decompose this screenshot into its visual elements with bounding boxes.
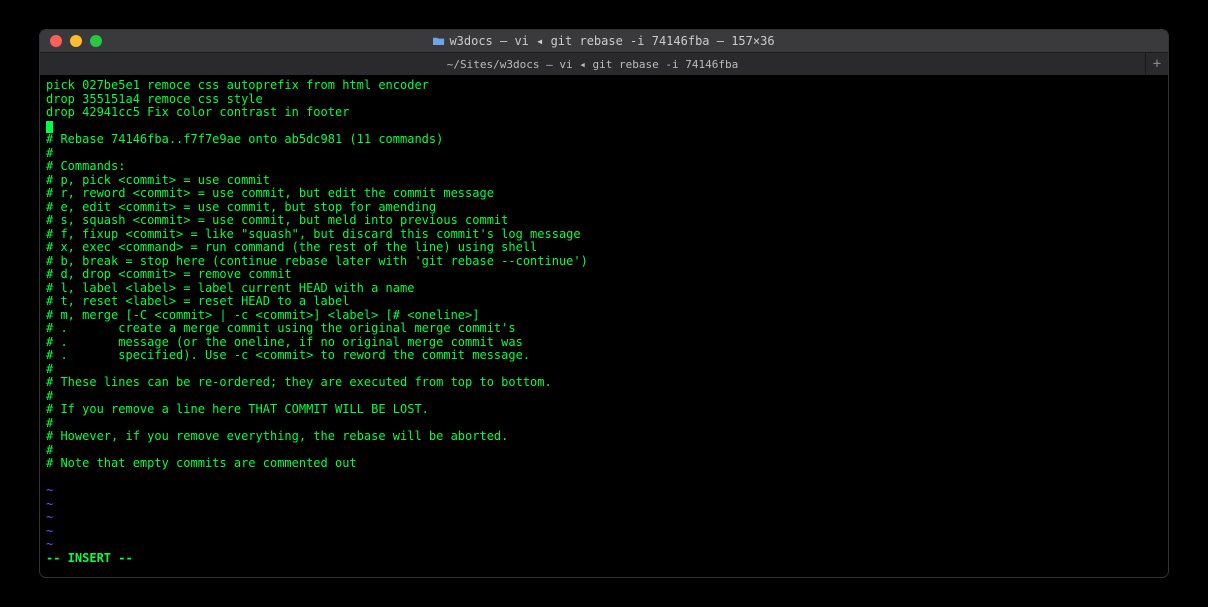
terminal-line: # Note that empty commits are commented … <box>46 457 1162 471</box>
terminal-line <box>46 471 1162 485</box>
terminal-line: # . message (or the oneline, if no origi… <box>46 336 1162 350</box>
terminal-line: # m, merge [-C <commit> | -c <commit>] <… <box>46 309 1162 323</box>
terminal-line: # s, squash <commit> = use commit, but m… <box>46 214 1162 228</box>
terminal-line: pick 027be5e1 remoce css autoprefix from… <box>46 79 1162 93</box>
terminal-line: drop 355151a4 remoce css style <box>46 93 1162 107</box>
terminal-line: # . specified). Use -c <commit> to rewor… <box>46 349 1162 363</box>
terminal-line: # p, pick <commit> = use commit <box>46 174 1162 188</box>
terminal-line: ~ <box>46 538 1162 552</box>
plus-icon: + <box>1153 56 1161 72</box>
cursor <box>46 121 53 133</box>
terminal-line: ~ <box>46 484 1162 498</box>
terminal-line: ~ <box>46 511 1162 525</box>
terminal-line: # If you remove a line here THAT COMMIT … <box>46 403 1162 417</box>
terminal-line: # Rebase 74146fba..f7f7e9ae onto ab5dc98… <box>46 133 1162 147</box>
terminal-line <box>46 120 1162 134</box>
terminal-line: # t, reset <label> = reset HEAD to a lab… <box>46 295 1162 309</box>
terminal-content[interactable]: pick 027be5e1 remoce css autoprefix from… <box>40 75 1168 569</box>
window-title: w3docs — vi ◂ git rebase -i 74146fba — 1… <box>40 34 1168 48</box>
tab-label: ~/Sites/w3docs — vi ◂ git rebase -i 7414… <box>447 58 738 71</box>
terminal-line: # <box>46 417 1162 431</box>
titlebar[interactable]: w3docs — vi ◂ git rebase -i 74146fba — 1… <box>40 30 1168 52</box>
tab-active[interactable]: ~/Sites/w3docs — vi ◂ git rebase -i 7414… <box>40 58 1145 71</box>
terminal-line: # x, exec <command> = run command (the r… <box>46 241 1162 255</box>
terminal-line: # r, reword <commit> = use commit, but e… <box>46 187 1162 201</box>
terminal-line: # <box>46 363 1162 377</box>
terminal-line: # d, drop <commit> = remove commit <box>46 268 1162 282</box>
terminal-line: # These lines can be re-ordered; they ar… <box>46 376 1162 390</box>
terminal-line: # . create a merge commit using the orig… <box>46 322 1162 336</box>
terminal-line: # e, edit <commit> = use commit, but sto… <box>46 201 1162 215</box>
terminal-window: w3docs — vi ◂ git rebase -i 74146fba — 1… <box>40 30 1168 577</box>
terminal-line: # <box>46 390 1162 404</box>
terminal-line: # f, fixup <commit> = like "squash", but… <box>46 228 1162 242</box>
window-title-text: w3docs — vi ◂ git rebase -i 74146fba — 1… <box>449 34 774 48</box>
terminal-line: ~ <box>46 498 1162 512</box>
folder-icon <box>433 36 445 46</box>
terminal-line: drop 42941cc5 Fix color contrast in foot… <box>46 106 1162 120</box>
terminal-line: # <box>46 444 1162 458</box>
tabbar: ~/Sites/w3docs — vi ◂ git rebase -i 7414… <box>40 52 1168 75</box>
terminal-line: # l, label <label> = label current HEAD … <box>46 282 1162 296</box>
terminal-line: # <box>46 147 1162 161</box>
terminal-line: # However, if you remove everything, the… <box>46 430 1162 444</box>
terminal-line: ~ <box>46 525 1162 539</box>
add-tab-button[interactable]: + <box>1145 53 1168 75</box>
terminal-line: -- INSERT -- <box>46 552 1162 566</box>
terminal-line: # b, break = stop here (continue rebase … <box>46 255 1162 269</box>
terminal-line: # Commands: <box>46 160 1162 174</box>
